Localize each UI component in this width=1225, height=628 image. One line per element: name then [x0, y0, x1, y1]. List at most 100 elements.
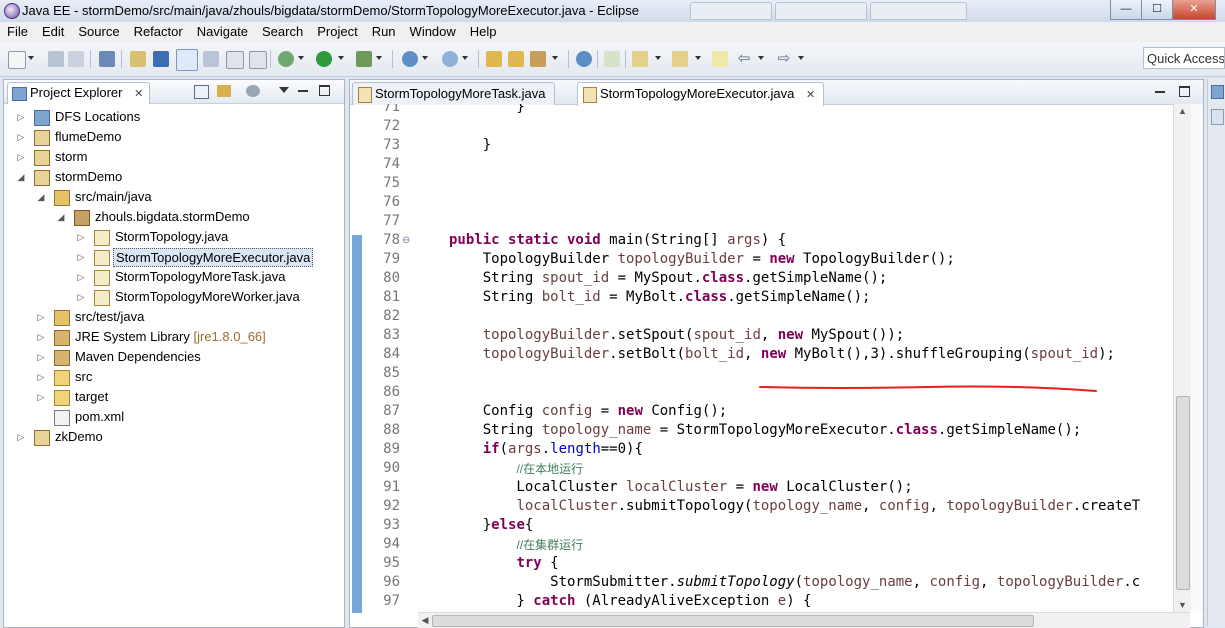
collapsed-twisty-icon[interactable]: ▷: [76, 267, 86, 287]
menu-project[interactable]: Project: [310, 22, 364, 39]
tree-item[interactable]: ◢ stormDemo: [4, 167, 342, 187]
collapsed-twisty-icon[interactable]: ▷: [36, 307, 46, 327]
code-token: ,: [862, 498, 879, 514]
outline-view-icon[interactable]: [1211, 85, 1224, 99]
console-icon[interactable]: [99, 51, 115, 67]
menu-window[interactable]: Window: [403, 22, 463, 39]
collapsed-twisty-icon[interactable]: ▷: [36, 327, 46, 347]
tree-item[interactable]: ▷ StormTopologyMoreTask.java: [4, 267, 342, 287]
run-icon[interactable]: [316, 51, 332, 67]
expanded-twisty-icon[interactable]: ◢: [16, 167, 26, 187]
overview-ruler[interactable]: [1191, 104, 1203, 612]
collapsed-twisty-icon[interactable]: ▷: [16, 147, 26, 167]
back-arrow-icon[interactable]: ⇦: [736, 51, 752, 67]
expanded-twisty-icon[interactable]: ◢: [56, 207, 66, 227]
tab-stormtopologymoretask[interactable]: StormTopologyMoreTask.java: [352, 82, 555, 105]
pilcrow-icon[interactable]: [249, 51, 267, 69]
code-area[interactable]: 71 } 72 73 } 74 75 76 77 78 ⊖ public static void …: [360, 104, 1176, 612]
highlight-pen-icon[interactable]: [176, 49, 198, 71]
vertical-scroll-thumb[interactable]: [1176, 396, 1190, 590]
external-tools-icon[interactable]: [356, 51, 372, 67]
tree-item[interactable]: ◢ zhouls.bigdata.stormDemo: [4, 207, 342, 227]
new-java-class-icon[interactable]: [442, 51, 458, 67]
scroll-up-icon[interactable]: ▲: [1174, 104, 1191, 118]
scroll-down-icon[interactable]: ▼: [1174, 598, 1191, 612]
menu-help[interactable]: Help: [463, 22, 504, 39]
tree-item[interactable]: ◢ src/main/java: [4, 187, 342, 207]
collapsed-twisty-icon[interactable]: ▷: [36, 347, 46, 367]
collapsed-twisty-icon[interactable]: ▷: [36, 367, 46, 387]
filter-icon[interactable]: [246, 85, 260, 97]
minimize-button[interactable]: —: [1110, 0, 1142, 20]
tree-item[interactable]: ▷ target: [4, 387, 342, 407]
tree-item[interactable]: ▷ DFS Locations: [4, 107, 342, 127]
tree-item[interactable]: ▷ storm: [4, 147, 342, 167]
menu-file[interactable]: File: [0, 22, 35, 39]
tree-item[interactable]: ▷ src/test/java: [4, 307, 342, 327]
collapse-all-icon[interactable]: [194, 85, 209, 99]
maximize-view-icon[interactable]: [319, 85, 330, 96]
collapsed-twisty-icon[interactable]: ▷: [76, 247, 86, 267]
menu-source[interactable]: Source: [71, 22, 126, 39]
tree-item[interactable]: ▷ StormTopologyMoreExecutor.java: [4, 247, 342, 267]
annotation-nav-icon[interactable]: [604, 51, 620, 67]
menu-navigate[interactable]: Navigate: [190, 22, 255, 39]
close-button[interactable]: ✕: [1172, 0, 1216, 20]
tree-item[interactable]: ▷ src: [4, 367, 342, 387]
menu-refactor[interactable]: Refactor: [127, 22, 190, 39]
debug-icon[interactable]: [278, 51, 294, 67]
task-list-icon[interactable]: [1211, 109, 1224, 125]
tree-item[interactable]: ▷ flumeDemo: [4, 127, 342, 147]
collapsed-twisty-icon[interactable]: ▷: [16, 427, 26, 447]
forward-arrow-icon[interactable]: ⇨: [776, 51, 792, 67]
tree-item[interactable]: ▷ JRE System Library [jre1.8.0_66]: [4, 327, 342, 347]
tree-item-label: src: [75, 369, 93, 384]
collapsed-twisty-icon[interactable]: ▷: [16, 127, 26, 147]
globe-icon[interactable]: [576, 51, 592, 67]
close-tab-icon[interactable]: ✕: [134, 88, 143, 100]
tree-item[interactable]: ▷ zkDemo: [4, 427, 342, 447]
link-with-editor-icon[interactable]: [217, 85, 231, 97]
background-window-tab[interactable]: [870, 2, 967, 20]
collapsed-twisty-icon[interactable]: ▷: [36, 387, 46, 407]
last-edit-location-icon[interactable]: [712, 51, 728, 67]
horizontal-scroll-thumb[interactable]: [432, 615, 1034, 627]
show-whitespace-icon[interactable]: [226, 51, 244, 69]
menu-run[interactable]: Run: [365, 22, 403, 39]
toggle-mark-occurrences-icon[interactable]: [130, 51, 146, 67]
tab-project-explorer[interactable]: Project Explorer ✕: [7, 82, 151, 104]
toggle-breadcrumb-icon[interactable]: [153, 51, 169, 67]
tree-item[interactable]: ▷ Maven Dependencies: [4, 347, 342, 367]
menu-search[interactable]: Search: [255, 22, 310, 39]
open-task-icon[interactable]: [508, 51, 524, 67]
collapsed-twisty-icon[interactable]: ▷: [76, 287, 86, 307]
collapsed-twisty-icon[interactable]: ▷: [16, 107, 26, 127]
tree-item[interactable]: ▷ StormTopologyMoreWorker.java: [4, 287, 342, 307]
tab-stormtopologymoreexecutor[interactable]: StormTopologyMoreExecutor.java ✕: [577, 82, 825, 106]
background-window-tab[interactable]: [690, 2, 772, 20]
background-window-tab[interactable]: [775, 2, 867, 20]
search-icon[interactable]: [530, 51, 546, 67]
minimize-editor-icon[interactable]: [1155, 91, 1165, 93]
open-type-icon[interactable]: [486, 51, 502, 67]
tree-item[interactable]: pom.xml: [4, 407, 342, 427]
save-icon[interactable]: [48, 51, 64, 67]
previous-annotation-icon[interactable]: [672, 51, 688, 67]
quick-access-input[interactable]: Quick Access: [1143, 47, 1225, 69]
save-all-icon[interactable]: [68, 51, 84, 67]
menu-edit[interactable]: Edit: [35, 22, 71, 39]
new-icon[interactable]: [8, 51, 26, 69]
minimize-view-icon[interactable]: [298, 90, 308, 92]
close-tab-icon[interactable]: ✕: [806, 89, 815, 101]
maximize-editor-icon[interactable]: [1179, 86, 1190, 97]
block-selection-icon[interactable]: [203, 51, 219, 67]
collapsed-twisty-icon[interactable]: ▷: [76, 227, 86, 247]
fold-toggle-icon[interactable]: ⊖: [402, 235, 410, 246]
expanded-twisty-icon[interactable]: ◢: [36, 187, 46, 207]
view-menu-icon[interactable]: [279, 87, 289, 93]
maximize-button[interactable]: ☐: [1141, 0, 1173, 20]
tree-item[interactable]: ▷ StormTopology.java: [4, 227, 342, 247]
new-server-icon[interactable]: [402, 51, 418, 67]
vertical-scrollbar[interactable]: ▲ ▼: [1173, 104, 1191, 612]
next-annotation-icon[interactable]: [632, 51, 648, 67]
